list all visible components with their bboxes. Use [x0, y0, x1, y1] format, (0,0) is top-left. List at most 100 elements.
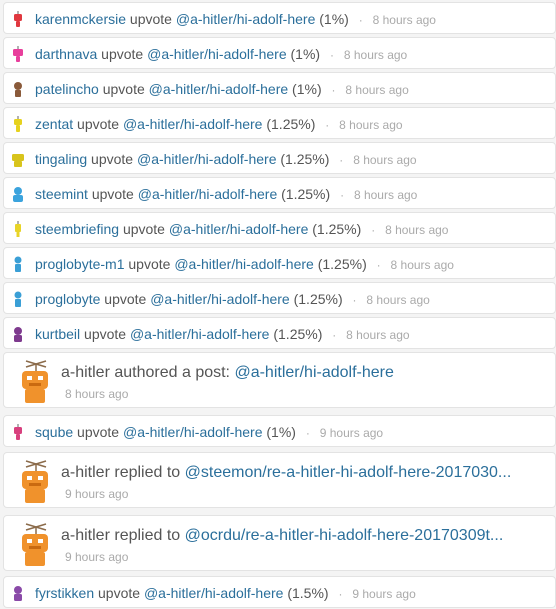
author-username[interactable]: a-hitler: [61, 464, 110, 481]
post-link[interactable]: @a-hitler/hi-adolf-here: [138, 186, 278, 202]
post-link[interactable]: @a-hitler/hi-adolf-here: [137, 151, 277, 167]
voter-username[interactable]: fyrstikken: [35, 585, 94, 601]
separator-dot: ·: [339, 153, 344, 167]
voter-username[interactable]: steembriefing: [35, 221, 119, 237]
vote-activity-item: sqube upvote @a-hitler/hi-adolf-here (1%…: [3, 415, 556, 447]
author-username[interactable]: a-hitler: [61, 364, 110, 381]
voter-username[interactable]: patelincho: [35, 81, 99, 97]
vote-weight: (1.25%): [273, 326, 323, 342]
voter-username[interactable]: steemint: [35, 186, 88, 202]
vote-activity-item: proglobyte upvote @a-hitler/hi-adolf-her…: [3, 282, 556, 314]
post-link[interactable]: @a-hitler/hi-adolf-here: [123, 424, 263, 440]
timestamp: 8 hours ago: [353, 188, 418, 202]
vote-activity-item: kurtbeil upvote @a-hitler/hi-adolf-here …: [3, 317, 556, 349]
timestamp: 8 hours ago: [385, 223, 449, 237]
voter-username[interactable]: sqube: [35, 424, 73, 440]
activity-action: upvote: [101, 46, 144, 62]
vote-weight: (1.25%): [266, 116, 316, 132]
voter-username[interactable]: tingaling: [35, 151, 87, 167]
post-link[interactable]: @a-hitler/hi-adolf-here: [149, 81, 289, 97]
post-link[interactable]: @a-hitler/hi-adolf-here: [123, 116, 263, 132]
post-link[interactable]: @a-hitler/hi-adolf-here: [176, 11, 316, 27]
vote-activity-item: tingaling upvote @a-hitler/hi-adolf-here…: [3, 142, 556, 174]
vote-weight: (1%): [266, 424, 296, 440]
separator-dot: ·: [338, 587, 343, 601]
separator-dot: ·: [340, 188, 345, 202]
vote-weight: (1.25%): [293, 291, 343, 307]
robot-avatar-icon[interactable]: [14, 459, 58, 503]
post-link[interactable]: @a-hitler/hi-adolf-here: [150, 291, 290, 307]
voter-username[interactable]: zentat: [35, 116, 73, 132]
activity-action: upvote: [129, 11, 172, 27]
vote-activity-item: karenmckersie upvote @a-hitler/hi-adolf-…: [3, 2, 556, 34]
post-link[interactable]: @a-hitler/hi-adolf-here: [147, 46, 287, 62]
author-username[interactable]: a-hitler: [61, 527, 110, 544]
separator-dot: ·: [305, 426, 310, 440]
reply-activity-item: a-hitler replied to @steemon/re-a-hitler…: [3, 452, 556, 508]
vote-weight: (1%): [290, 46, 321, 62]
reply-activity-item: a-hitler replied to @ocrdu/re-a-hitler-h…: [3, 515, 556, 571]
separator-dot: ·: [329, 48, 334, 62]
activity-action: upvote: [91, 186, 134, 202]
vote-activity-item: proglobyte-m1 upvote @a-hitler/hi-adolf-…: [3, 247, 556, 279]
activity-action: upvote: [91, 151, 134, 167]
robot-avatar-icon[interactable]: [10, 81, 26, 97]
timestamp: 8 hours ago: [346, 328, 410, 342]
activity-action: upvote: [104, 291, 147, 307]
robot-avatar-icon[interactable]: [10, 585, 26, 601]
activity-action: upvote: [102, 81, 145, 97]
robot-avatar-icon[interactable]: [10, 256, 26, 272]
voter-username[interactable]: proglobyte: [35, 291, 100, 307]
separator-dot: ·: [371, 223, 376, 237]
post-link[interactable]: @a-hitler/hi-adolf-here: [174, 256, 314, 272]
vote-weight: (1.25%): [312, 221, 362, 237]
robot-avatar-icon[interactable]: [10, 424, 26, 440]
robot-avatar-icon[interactable]: [10, 11, 26, 27]
vote-activity-item: darthnava upvote @a-hitler/hi-adolf-here…: [3, 37, 556, 69]
activity-action: upvote: [128, 256, 171, 272]
timestamp: 8 hours ago: [353, 153, 417, 167]
activity-action: upvote: [77, 424, 120, 440]
post-link[interactable]: @a-hitler/hi-adolf-here: [144, 585, 284, 601]
timestamp: 9 hours ago: [352, 587, 416, 601]
vote-weight: (1.25%): [317, 256, 367, 272]
robot-avatar-icon[interactable]: [10, 116, 26, 132]
activity-action: upvote: [77, 116, 120, 132]
vote-weight: (1.5%): [287, 585, 329, 601]
activity-action: authored a post:: [114, 364, 230, 381]
timestamp: 8 hours ago: [372, 13, 436, 27]
robot-avatar-icon[interactable]: [10, 291, 26, 307]
timestamp: 8 hours ago: [65, 387, 129, 401]
robot-avatar-icon[interactable]: [14, 359, 58, 403]
vote-activity-item: fyrstikken upvote @a-hitler/hi-adolf-her…: [3, 576, 556, 608]
robot-avatar-icon[interactable]: [14, 522, 58, 566]
timestamp: 8 hours ago: [345, 83, 409, 97]
separator-dot: ·: [332, 328, 337, 342]
vote-activity-item: patelincho upvote @a-hitler/hi-adolf-her…: [3, 72, 556, 104]
voter-username[interactable]: karenmckersie: [35, 11, 126, 27]
activity-action: upvote: [122, 221, 165, 237]
timestamp: 9 hours ago: [319, 426, 384, 440]
post-activity-item: a-hitler authored a post: @a-hitler/hi-a…: [3, 352, 556, 408]
vote-activity-item: steembriefing upvote @a-hitler/hi-adolf-…: [3, 212, 556, 244]
robot-avatar-icon[interactable]: [10, 326, 26, 342]
activity-action: replied to: [114, 527, 181, 544]
robot-avatar-icon[interactable]: [10, 46, 26, 62]
reply-link[interactable]: @ocrdu/re-a-hitler-hi-adolf-here-2017030…: [185, 527, 504, 544]
timestamp: 8 hours ago: [343, 48, 408, 62]
voter-username[interactable]: proglobyte-m1: [35, 256, 125, 272]
voter-username[interactable]: darthnava: [35, 46, 97, 62]
post-link[interactable]: @a-hitler/hi-adolf-here: [234, 364, 393, 381]
activity-action: replied to: [114, 464, 181, 481]
vote-weight: (1%): [319, 11, 349, 27]
timestamp: 8 hours ago: [366, 293, 430, 307]
activity-feed: karenmckersie upvote @a-hitler/hi-adolf-…: [0, 0, 556, 609]
robot-avatar-icon[interactable]: [10, 186, 26, 202]
post-link[interactable]: @a-hitler/hi-adolf-here: [169, 221, 309, 237]
voter-username[interactable]: kurtbeil: [35, 326, 80, 342]
robot-avatar-icon[interactable]: [10, 221, 26, 237]
reply-link[interactable]: @steemon/re-a-hitler-hi-adolf-here-20170…: [185, 464, 512, 481]
vote-weight: (1.25%): [280, 151, 330, 167]
post-link[interactable]: @a-hitler/hi-adolf-here: [130, 326, 270, 342]
robot-avatar-icon[interactable]: [10, 151, 26, 167]
